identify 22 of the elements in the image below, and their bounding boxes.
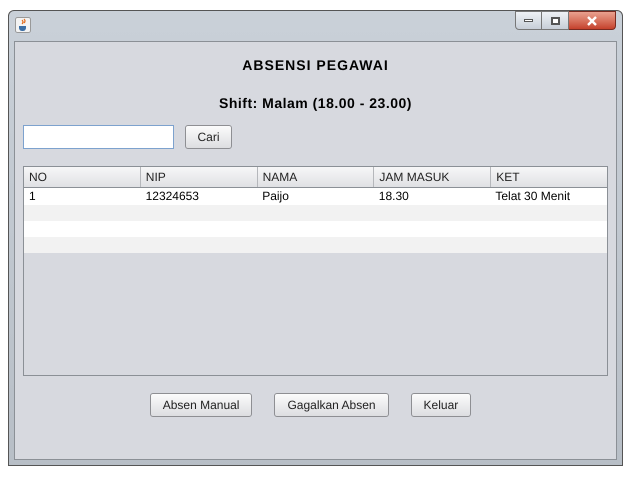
table-cell-text: 1: [28, 188, 37, 205]
minimize-button[interactable]: [515, 11, 542, 30]
close-icon: [586, 16, 598, 26]
column-header[interactable]: NO: [24, 167, 141, 187]
table-cell-text: Paijo: [261, 188, 290, 205]
search-field[interactable]: [23, 125, 174, 149]
close-button[interactable]: [569, 11, 616, 30]
column-header[interactable]: NIP: [140, 167, 258, 187]
action-button[interactable]: Gagalkan Absen: [274, 393, 389, 417]
table-cell-text: 18.30: [378, 188, 410, 205]
column-header[interactable]: JAM MASUK: [374, 167, 492, 187]
column-header[interactable]: NAMA: [258, 167, 374, 187]
shift-label: Shift: Malam (18.00 - 23.00): [218, 94, 413, 113]
form-title: ABSENSI PEGAWAI: [241, 56, 390, 75]
action-button[interactable]: Keluar: [410, 393, 472, 417]
java-cup-icon: [15, 17, 31, 33]
maximize-button[interactable]: [542, 11, 569, 30]
search-button[interactable]: Cari: [185, 125, 232, 149]
table-cell-text: Telat 30 Menit: [494, 188, 572, 205]
column-header[interactable]: KET: [491, 167, 607, 187]
table-cell-text: 12324653: [144, 188, 200, 205]
action-button[interactable]: Absen Manual: [150, 393, 252, 417]
